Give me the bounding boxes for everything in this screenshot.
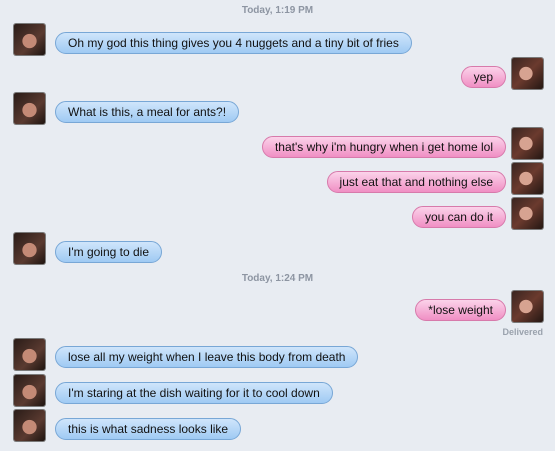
- avatar: [14, 93, 45, 124]
- message-bubble[interactable]: *lose weight: [415, 299, 506, 321]
- message-bubble[interactable]: Oh my god this thing gives you 4 nuggets…: [55, 32, 412, 54]
- avatar: [512, 163, 543, 194]
- message-bubble[interactable]: I'm staring at the dish waiting for it t…: [55, 382, 333, 404]
- message-bubble[interactable]: yep: [460, 66, 506, 88]
- avatar: [512, 291, 543, 322]
- message-bubble[interactable]: just eat that and nothing else: [326, 171, 506, 193]
- avatar: [14, 339, 45, 370]
- message-bubble[interactable]: this is what sadness looks like: [55, 418, 242, 440]
- message-bubble[interactable]: What is this, a meal for ants?!: [55, 101, 240, 123]
- avatar: [512, 128, 543, 159]
- message-bubble[interactable]: I'm going to die: [55, 241, 163, 263]
- avatar: [14, 375, 45, 406]
- avatar: [512, 198, 543, 229]
- avatar: [512, 58, 543, 89]
- avatar: [14, 233, 45, 264]
- message-bubble[interactable]: that's why i'm hungry when i get home lo…: [261, 136, 506, 158]
- delivered-status: Delivered: [502, 327, 543, 337]
- avatar: [14, 410, 45, 441]
- message-bubble[interactable]: you can do it: [411, 206, 506, 228]
- timestamp-2: Today, 1:24 PM: [241, 273, 314, 284]
- timestamp-1: Today, 1:19 PM: [241, 5, 314, 16]
- message-bubble[interactable]: lose all my weight when I leave this bod…: [55, 346, 359, 368]
- avatar: [14, 24, 45, 55]
